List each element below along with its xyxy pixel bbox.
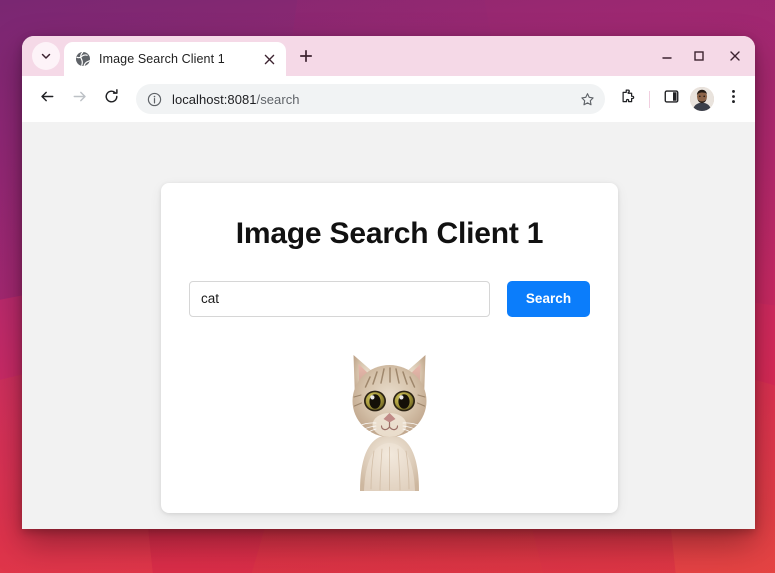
window-controls	[651, 36, 755, 76]
maximize-button[interactable]	[683, 36, 715, 76]
plus-icon	[299, 49, 313, 68]
tab-strip: Image Search Client 1	[22, 36, 755, 76]
reload-icon	[103, 88, 120, 110]
reload-button[interactable]	[96, 84, 126, 114]
puzzle-piece-icon	[620, 88, 637, 110]
browser-toolbar: localhost:8081/search	[22, 76, 755, 122]
back-button[interactable]	[32, 84, 62, 114]
result-image-cat[interactable]	[340, 338, 439, 491]
search-results	[189, 338, 590, 491]
minimize-button[interactable]	[651, 36, 683, 76]
browser-tab[interactable]: Image Search Client 1	[64, 42, 286, 76]
extensions-button[interactable]	[614, 85, 642, 113]
toolbar-divider	[649, 90, 650, 108]
page-viewport: Image Search Client 1 Search	[22, 122, 755, 529]
search-button[interactable]: Search	[507, 280, 590, 317]
tab-title: Image Search Client 1	[99, 52, 225, 66]
side-panel-icon	[663, 88, 680, 110]
bookmark-star-icon[interactable]	[575, 87, 599, 111]
three-dot-menu-icon	[725, 88, 742, 110]
side-panel-button[interactable]	[657, 85, 685, 113]
address-bar[interactable]: localhost:8081/search	[136, 84, 605, 114]
url-path: /search	[256, 91, 300, 107]
page-title: Image Search Client 1	[235, 217, 544, 250]
new-tab-button[interactable]	[292, 44, 320, 72]
forward-button[interactable]	[64, 84, 94, 114]
forward-arrow-icon	[71, 88, 88, 110]
search-card: Image Search Client 1 Search	[161, 183, 618, 513]
search-input[interactable]	[189, 280, 490, 317]
avatar[interactable]	[690, 87, 714, 111]
tab-close-button[interactable]	[260, 50, 278, 68]
tab-search-button[interactable]	[32, 42, 60, 70]
info-circle-icon[interactable]	[144, 89, 164, 109]
globe-icon	[75, 51, 91, 67]
browser-menu-button[interactable]	[719, 85, 747, 113]
url-text: localhost:8081/search	[172, 92, 575, 107]
back-arrow-icon	[39, 88, 56, 110]
desktop-background: Image Search Client 1 localhost:8081/sea…	[0, 0, 775, 573]
close-button[interactable]	[715, 36, 755, 76]
chevron-down-icon	[40, 50, 52, 62]
url-host: localhost:8081	[172, 91, 257, 107]
browser-window: Image Search Client 1 localhost:8081/sea…	[22, 36, 755, 529]
search-form: Search	[189, 280, 590, 317]
